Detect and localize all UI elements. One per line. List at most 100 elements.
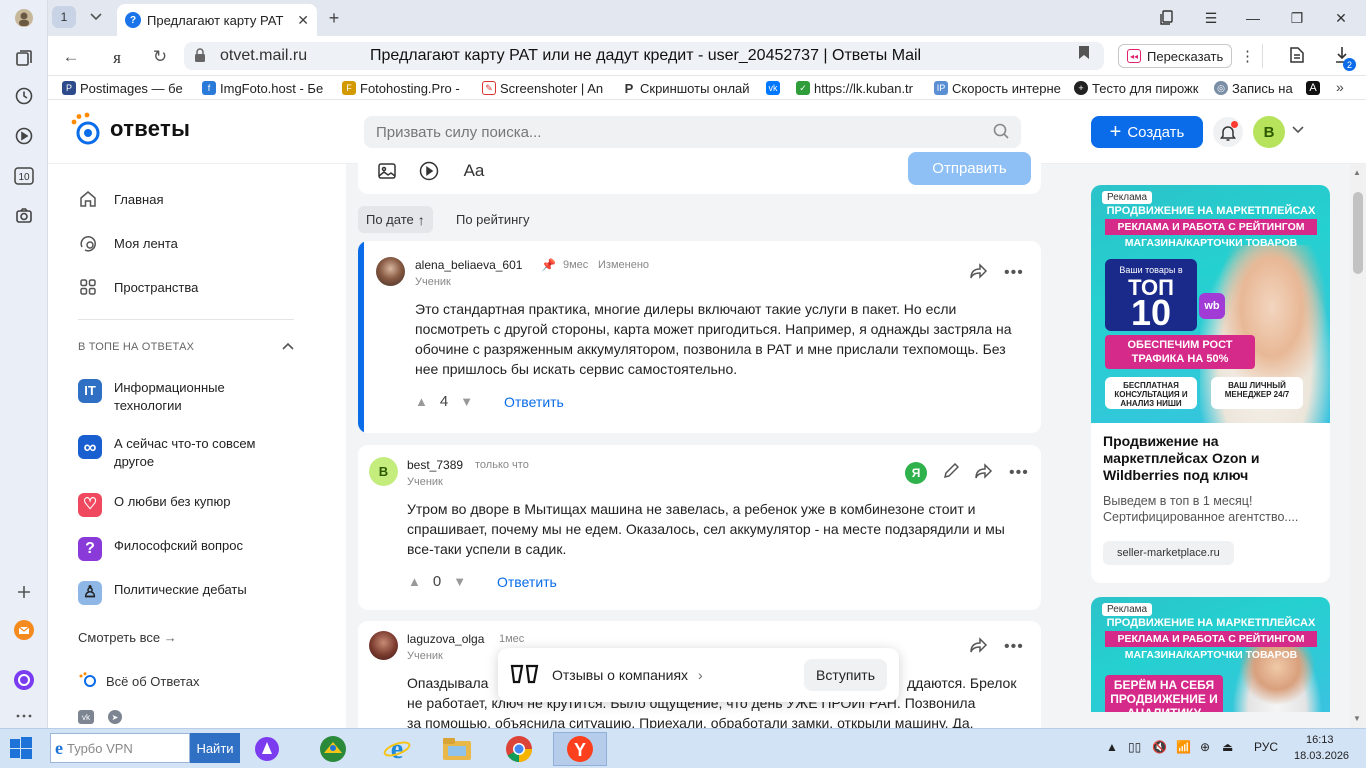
taskbar-search[interactable]: e Турбо VPN	[50, 733, 190, 763]
downvote-icon[interactable]: ▼	[453, 574, 466, 589]
yandex-home-icon[interactable]: я	[104, 44, 130, 70]
add-panel-icon[interactable]	[12, 580, 36, 604]
join-button[interactable]: Вступить	[803, 659, 887, 691]
topic-politics[interactable]: ♙ Политические дебаты	[78, 581, 278, 605]
profile-icon[interactable]	[12, 6, 36, 30]
taskbar-find-button[interactable]: Найти	[190, 733, 240, 763]
yandex-badge-icon[interactable]: Я	[905, 462, 927, 484]
bookmark-item[interactable]: ◎ Запись на	[1214, 79, 1296, 97]
reply-button[interactable]: Ответить	[497, 574, 557, 590]
user-avatar[interactable]: В	[1253, 116, 1285, 148]
chevron-up-icon[interactable]	[282, 341, 294, 353]
downvote-icon[interactable]: ▼	[460, 394, 473, 409]
tray-device-icon[interactable]: ▯▯	[1128, 740, 1141, 754]
windows-start-icon[interactable]	[10, 737, 32, 762]
signal-icon[interactable]: 📶	[1176, 740, 1191, 754]
collections-icon[interactable]	[12, 46, 36, 70]
topic-philosophy[interactable]: ? Философский вопрос	[78, 537, 278, 561]
new-tab-icon[interactable]: +	[322, 7, 346, 29]
telegram-icon[interactable]: ➤	[108, 710, 122, 724]
community-popup[interactable]: Отзывы о компаниях › Вступить	[498, 648, 899, 702]
bookmark-item[interactable]: F Fotohosting.Pro -	[342, 79, 470, 97]
more-icon[interactable]: •••	[1004, 638, 1024, 656]
retell-button[interactable]: ◂◂ Пересказать	[1118, 44, 1233, 68]
back-icon[interactable]: ←	[58, 44, 84, 70]
share-icon[interactable]	[970, 637, 988, 657]
tab-counter[interactable]: 1	[52, 6, 76, 28]
volume-mute-icon[interactable]: 🔇	[1152, 740, 1167, 754]
restore-icon[interactable]: ❐	[1282, 6, 1312, 30]
sort-by-date[interactable]: По дате ↑	[358, 206, 433, 233]
mail-app-icon[interactable]	[12, 618, 36, 642]
vk-social-icon[interactable]: vk	[78, 710, 94, 724]
otvety-logo[interactable]: ответы	[68, 112, 190, 146]
answer-username[interactable]: best_7389	[407, 458, 463, 472]
maps-taskbar-icon[interactable]	[310, 732, 356, 766]
avatar[interactable]	[369, 631, 398, 660]
usb-icon[interactable]: ⏏	[1222, 740, 1233, 754]
close-window-icon[interactable]: ✕	[1326, 6, 1356, 30]
more-vert-icon[interactable]: ⋮	[1240, 47, 1255, 65]
sidebar-item-home[interactable]: Главная	[78, 187, 163, 211]
reader-icon[interactable]	[1288, 46, 1306, 67]
sidebar-item-spaces[interactable]: Пространства	[78, 275, 198, 299]
screenshot-icon[interactable]	[12, 204, 36, 228]
bookmark-item[interactable]: A	[1306, 79, 1322, 97]
ad-card[interactable]: Реклама ПРОДВИЖЕНИЕ НА МАРКЕТПЛЕЙСАХ РЕК…	[1091, 597, 1330, 712]
ad-card[interactable]: Реклама ПРОДВИЖЕНИЕ НА МАРКЕТПЛЕЙСАХ РЕК…	[1091, 185, 1330, 583]
ten-icon[interactable]: 10	[12, 164, 36, 188]
url-page-title[interactable]: Предлагают карту РАТ или не дадут кредит…	[370, 47, 921, 65]
scroll-down-icon[interactable]: ▼	[1353, 714, 1361, 723]
sort-by-rating[interactable]: По рейтингу	[448, 206, 538, 233]
bookmark-item[interactable]: + Тесто для пирожк	[1074, 79, 1202, 97]
explorer-taskbar-icon[interactable]	[434, 732, 480, 766]
tab-manager-icon[interactable]	[1152, 6, 1182, 30]
bookmark-item[interactable]: P Скриншоты онлай	[622, 79, 750, 97]
bookmark-item[interactable]: vk	[766, 79, 786, 97]
ad-link[interactable]: seller-marketplace.ru	[1103, 541, 1234, 565]
history-icon[interactable]	[12, 84, 36, 108]
answer-username[interactable]: laguzova_olga	[407, 632, 484, 646]
video-icon[interactable]	[12, 124, 36, 148]
yandex-browser-taskbar-icon[interactable]: Y	[553, 732, 607, 766]
tabs-dropdown-icon[interactable]	[84, 6, 108, 28]
bookmark-item[interactable]: P Postimages — бе	[62, 79, 190, 97]
scroll-up-icon[interactable]: ▲	[1353, 168, 1361, 177]
reply-button[interactable]: Ответить	[504, 394, 564, 410]
bookmark-item[interactable]: f ImgFoto.host - Бе	[202, 79, 330, 97]
tab-active[interactable]: ? Предлагают карту РАТ ✕	[117, 4, 317, 36]
topic-love[interactable]: ♡ О любви без купюр	[78, 493, 278, 517]
ie-taskbar-icon[interactable]: e	[374, 732, 420, 766]
minimize-icon[interactable]: —	[1238, 6, 1268, 30]
url-domain[interactable]: otvet.mail.ru	[220, 47, 307, 65]
bookmark-icon[interactable]	[1078, 45, 1090, 64]
chrome-taskbar-icon[interactable]	[496, 732, 542, 766]
answer-username[interactable]: alena_beliaeva_601	[415, 258, 522, 272]
clock-time[interactable]: 16:13	[1306, 734, 1334, 746]
bookmark-item[interactable]: ✓ https://lk.kuban.tr	[796, 79, 922, 97]
upvote-icon[interactable]: ▲	[415, 394, 428, 409]
menu-icon[interactable]: ☰	[1196, 6, 1226, 30]
more-bookmarks-icon[interactable]: »	[1336, 79, 1344, 95]
more-icon[interactable]: •••	[1004, 264, 1024, 282]
scrollbar-thumb[interactable]	[1353, 192, 1363, 274]
topic-other[interactable]: ∞ А сейчас что-то совсем другое	[78, 435, 278, 471]
share-icon[interactable]	[975, 463, 993, 483]
sidebar-item-feed[interactable]: Моя лента	[78, 231, 178, 255]
reload-icon[interactable]: ↻	[147, 44, 173, 70]
more-icon[interactable]: •••	[1009, 464, 1029, 482]
sidebar-section-header[interactable]: В ТОПЕ НА ОТВЕТАХ	[78, 341, 294, 353]
close-tab-icon[interactable]: ✕	[297, 12, 309, 29]
image-icon[interactable]	[376, 160, 398, 182]
notifications-button[interactable]	[1213, 117, 1243, 147]
site-info-icon[interactable]	[194, 48, 206, 65]
upvote-icon[interactable]: ▲	[408, 574, 421, 589]
edit-icon[interactable]	[943, 462, 960, 483]
clock-date[interactable]: 18.03.2026	[1294, 750, 1349, 762]
search-icon[interactable]	[993, 123, 1009, 142]
search-bar[interactable]	[364, 116, 1021, 148]
tray-expand-icon[interactable]: ▲	[1106, 740, 1118, 754]
see-all-link[interactable]: Смотреть все →	[78, 630, 177, 645]
topic-it[interactable]: IT Информационные технологии	[78, 379, 278, 415]
share-icon[interactable]	[970, 263, 988, 283]
